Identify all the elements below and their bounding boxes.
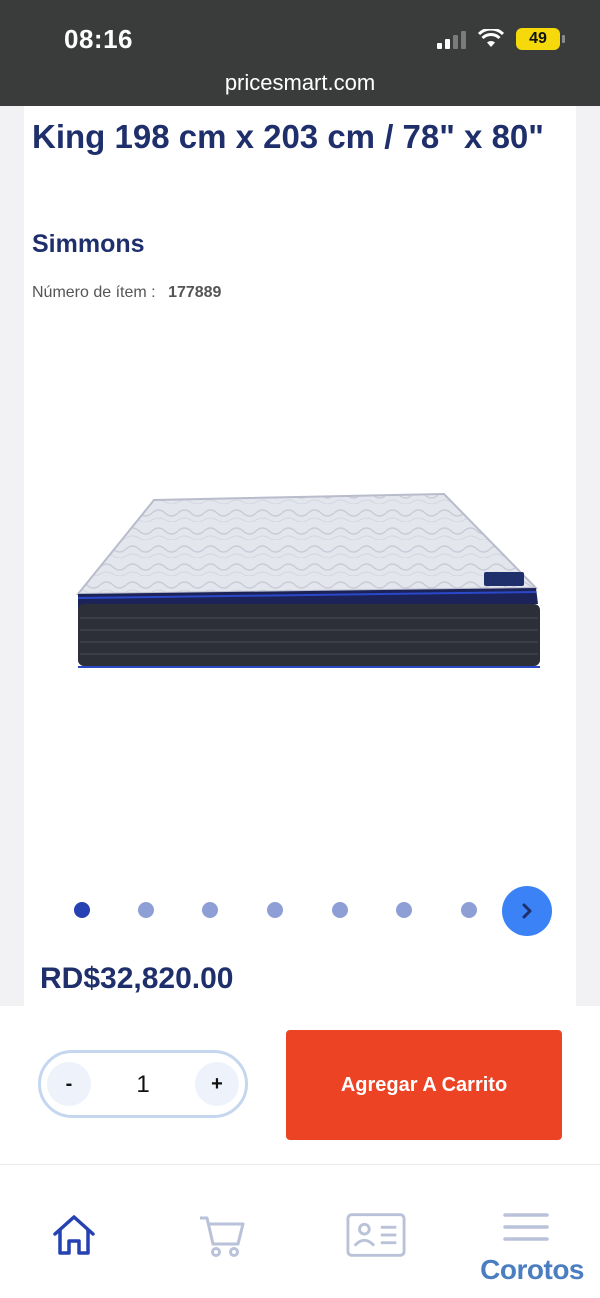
carousel-next-button[interactable]	[502, 886, 552, 936]
quantity-value[interactable]: 1	[111, 1071, 175, 1099]
tab-home[interactable]	[44, 1205, 104, 1265]
product-price: RD$32,820.00	[40, 962, 234, 995]
item-number: Número de ítem : 177889	[32, 284, 221, 302]
carousel-dot[interactable]	[332, 902, 348, 918]
quantity-stepper: - 1 +	[38, 1050, 248, 1118]
wifi-icon	[478, 29, 504, 47]
carousel-dot[interactable]	[202, 902, 218, 918]
product-card: King 198 cm x 203 cm / 78" x 80" Simmons…	[24, 106, 576, 1006]
battery-icon: 49	[516, 28, 565, 50]
image-carousel-dots	[24, 886, 576, 936]
carousel-dot[interactable]	[396, 902, 412, 918]
item-number-value: 177889	[168, 284, 222, 301]
product-title: King 198 cm x 203 cm / 78" x 80"	[32, 118, 544, 155]
tab-menu[interactable]	[496, 1199, 556, 1259]
home-icon	[53, 1215, 95, 1255]
chevron-right-icon	[522, 903, 532, 919]
mattress-image[interactable]	[74, 486, 544, 676]
watermark-logo: Corotos	[480, 1254, 584, 1285]
purchase-bar: - 1 + Agregar A Carrito	[0, 1006, 600, 1164]
cellular-signal-icon	[437, 29, 466, 49]
browser-chrome: 08:16 49 pricesmart.com	[0, 0, 600, 106]
item-number-label: Número de ítem :	[32, 284, 156, 301]
address-bar[interactable]: pricesmart.com	[0, 70, 600, 96]
menu-icon	[503, 1213, 549, 1241]
bottom-tab-bar: Corotos	[0, 1164, 600, 1298]
carousel-dot[interactable]	[138, 902, 154, 918]
increase-quantity-button[interactable]: +	[195, 1062, 239, 1106]
status-icons: 49	[437, 28, 565, 50]
carousel-dot[interactable]	[267, 902, 283, 918]
carousel-dot[interactable]	[74, 902, 90, 918]
carousel-dot[interactable]	[461, 902, 477, 918]
status-time: 08:16	[64, 24, 133, 54]
cart-icon	[200, 1216, 245, 1257]
tab-membership[interactable]	[346, 1205, 406, 1265]
product-brand[interactable]: Simmons	[32, 230, 145, 259]
add-to-cart-button[interactable]: Agregar A Carrito	[286, 1030, 562, 1140]
decrease-quantity-button[interactable]: -	[47, 1062, 91, 1106]
tab-cart[interactable]	[192, 1205, 252, 1265]
id-card-icon	[346, 1213, 406, 1257]
